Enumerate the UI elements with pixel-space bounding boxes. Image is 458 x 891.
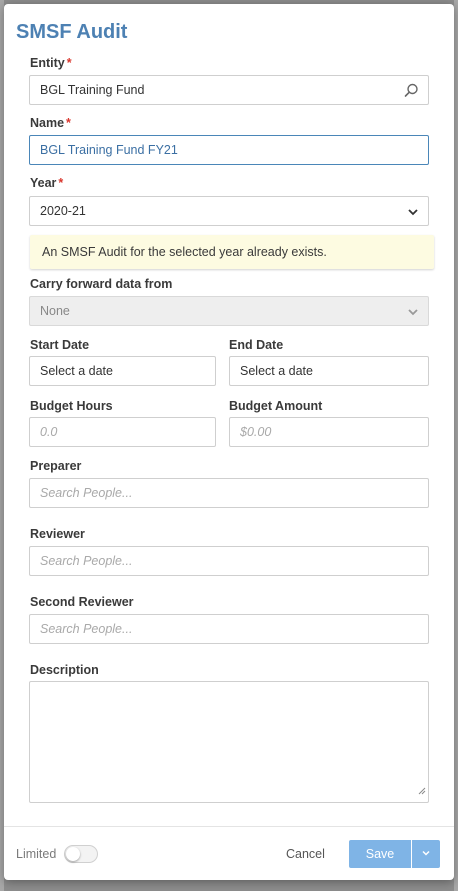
cancel-button[interactable]: Cancel	[274, 841, 337, 867]
carry-forward-value: None	[40, 304, 70, 318]
end-date-input[interactable]: Select a date	[229, 356, 429, 386]
entity-field[interactable]: BGL Training Fund	[29, 75, 429, 105]
year-select[interactable]: 2020-21	[29, 196, 429, 226]
save-options-button[interactable]	[412, 840, 440, 868]
name-input[interactable]: BGL Training Fund FY21	[29, 135, 429, 165]
chevron-down-icon	[407, 306, 419, 321]
second-reviewer-search-input[interactable]: Search People...	[29, 614, 429, 644]
budget-amount-label: Budget Amount	[229, 399, 323, 413]
preparer-label: Preparer	[30, 459, 82, 473]
required-mark: *	[66, 116, 71, 130]
chevron-down-icon	[421, 845, 431, 863]
limited-label: Limited	[16, 847, 57, 861]
year-value: 2020-21	[40, 204, 86, 218]
carry-forward-label: Carry forward data from	[30, 277, 173, 291]
required-mark: *	[58, 176, 64, 190]
carry-forward-select: None	[29, 296, 429, 326]
preparer-placeholder: Search People...	[40, 486, 133, 500]
duplicate-year-notice: An SMSF Audit for the selected year alre…	[30, 235, 434, 269]
reviewer-placeholder: Search People...	[40, 554, 133, 568]
description-label: Description	[30, 663, 99, 677]
name-label: Name *	[30, 116, 71, 130]
budget-amount-input[interactable]: $0.00	[229, 417, 429, 447]
name-label-text: Name	[30, 116, 65, 130]
start-date-label: Start Date	[30, 338, 90, 352]
budget-hours-label: Budget Hours	[30, 399, 113, 413]
limited-toggle[interactable]	[64, 845, 98, 863]
budget-hours-placeholder: 0.0	[40, 425, 58, 439]
name-value: BGL Training Fund FY21	[40, 143, 178, 157]
save-button[interactable]: Save	[349, 840, 411, 868]
chevron-down-icon	[407, 206, 419, 221]
year-label: Year *	[30, 176, 63, 190]
search-icon[interactable]	[404, 83, 419, 101]
reviewer-search-input[interactable]: Search People...	[29, 546, 429, 576]
backdrop-right-edge	[454, 0, 458, 891]
second-reviewer-label: Second Reviewer	[30, 595, 134, 609]
toggle-knob	[66, 847, 80, 861]
entity-label-text: Entity	[30, 56, 65, 70]
budget-hours-input[interactable]: 0.0	[29, 417, 216, 447]
budget-amount-placeholder: $0.00	[240, 425, 272, 439]
year-label-text: Year	[30, 176, 57, 190]
preparer-search-input[interactable]: Search People...	[29, 478, 429, 508]
start-date-value: Select a date	[40, 364, 113, 378]
entity-value: BGL Training Fund	[40, 83, 145, 97]
required-mark: *	[66, 56, 72, 70]
resize-grip-icon[interactable]	[417, 782, 426, 800]
entity-label: Entity *	[30, 56, 72, 70]
end-date-value: Select a date	[240, 364, 313, 378]
dialog-title: SMSF Audit	[16, 21, 128, 43]
smsf-audit-dialog: SMSF Audit Entity * BGL Training Fund Nam…	[4, 4, 454, 880]
description-textarea[interactable]	[29, 681, 429, 803]
start-date-input[interactable]: Select a date	[29, 356, 216, 386]
reviewer-label: Reviewer	[30, 527, 85, 541]
second-reviewer-placeholder: Search People...	[40, 622, 133, 636]
dialog-footer: Limited Cancel Save	[4, 826, 454, 880]
end-date-label: End Date	[229, 338, 284, 352]
